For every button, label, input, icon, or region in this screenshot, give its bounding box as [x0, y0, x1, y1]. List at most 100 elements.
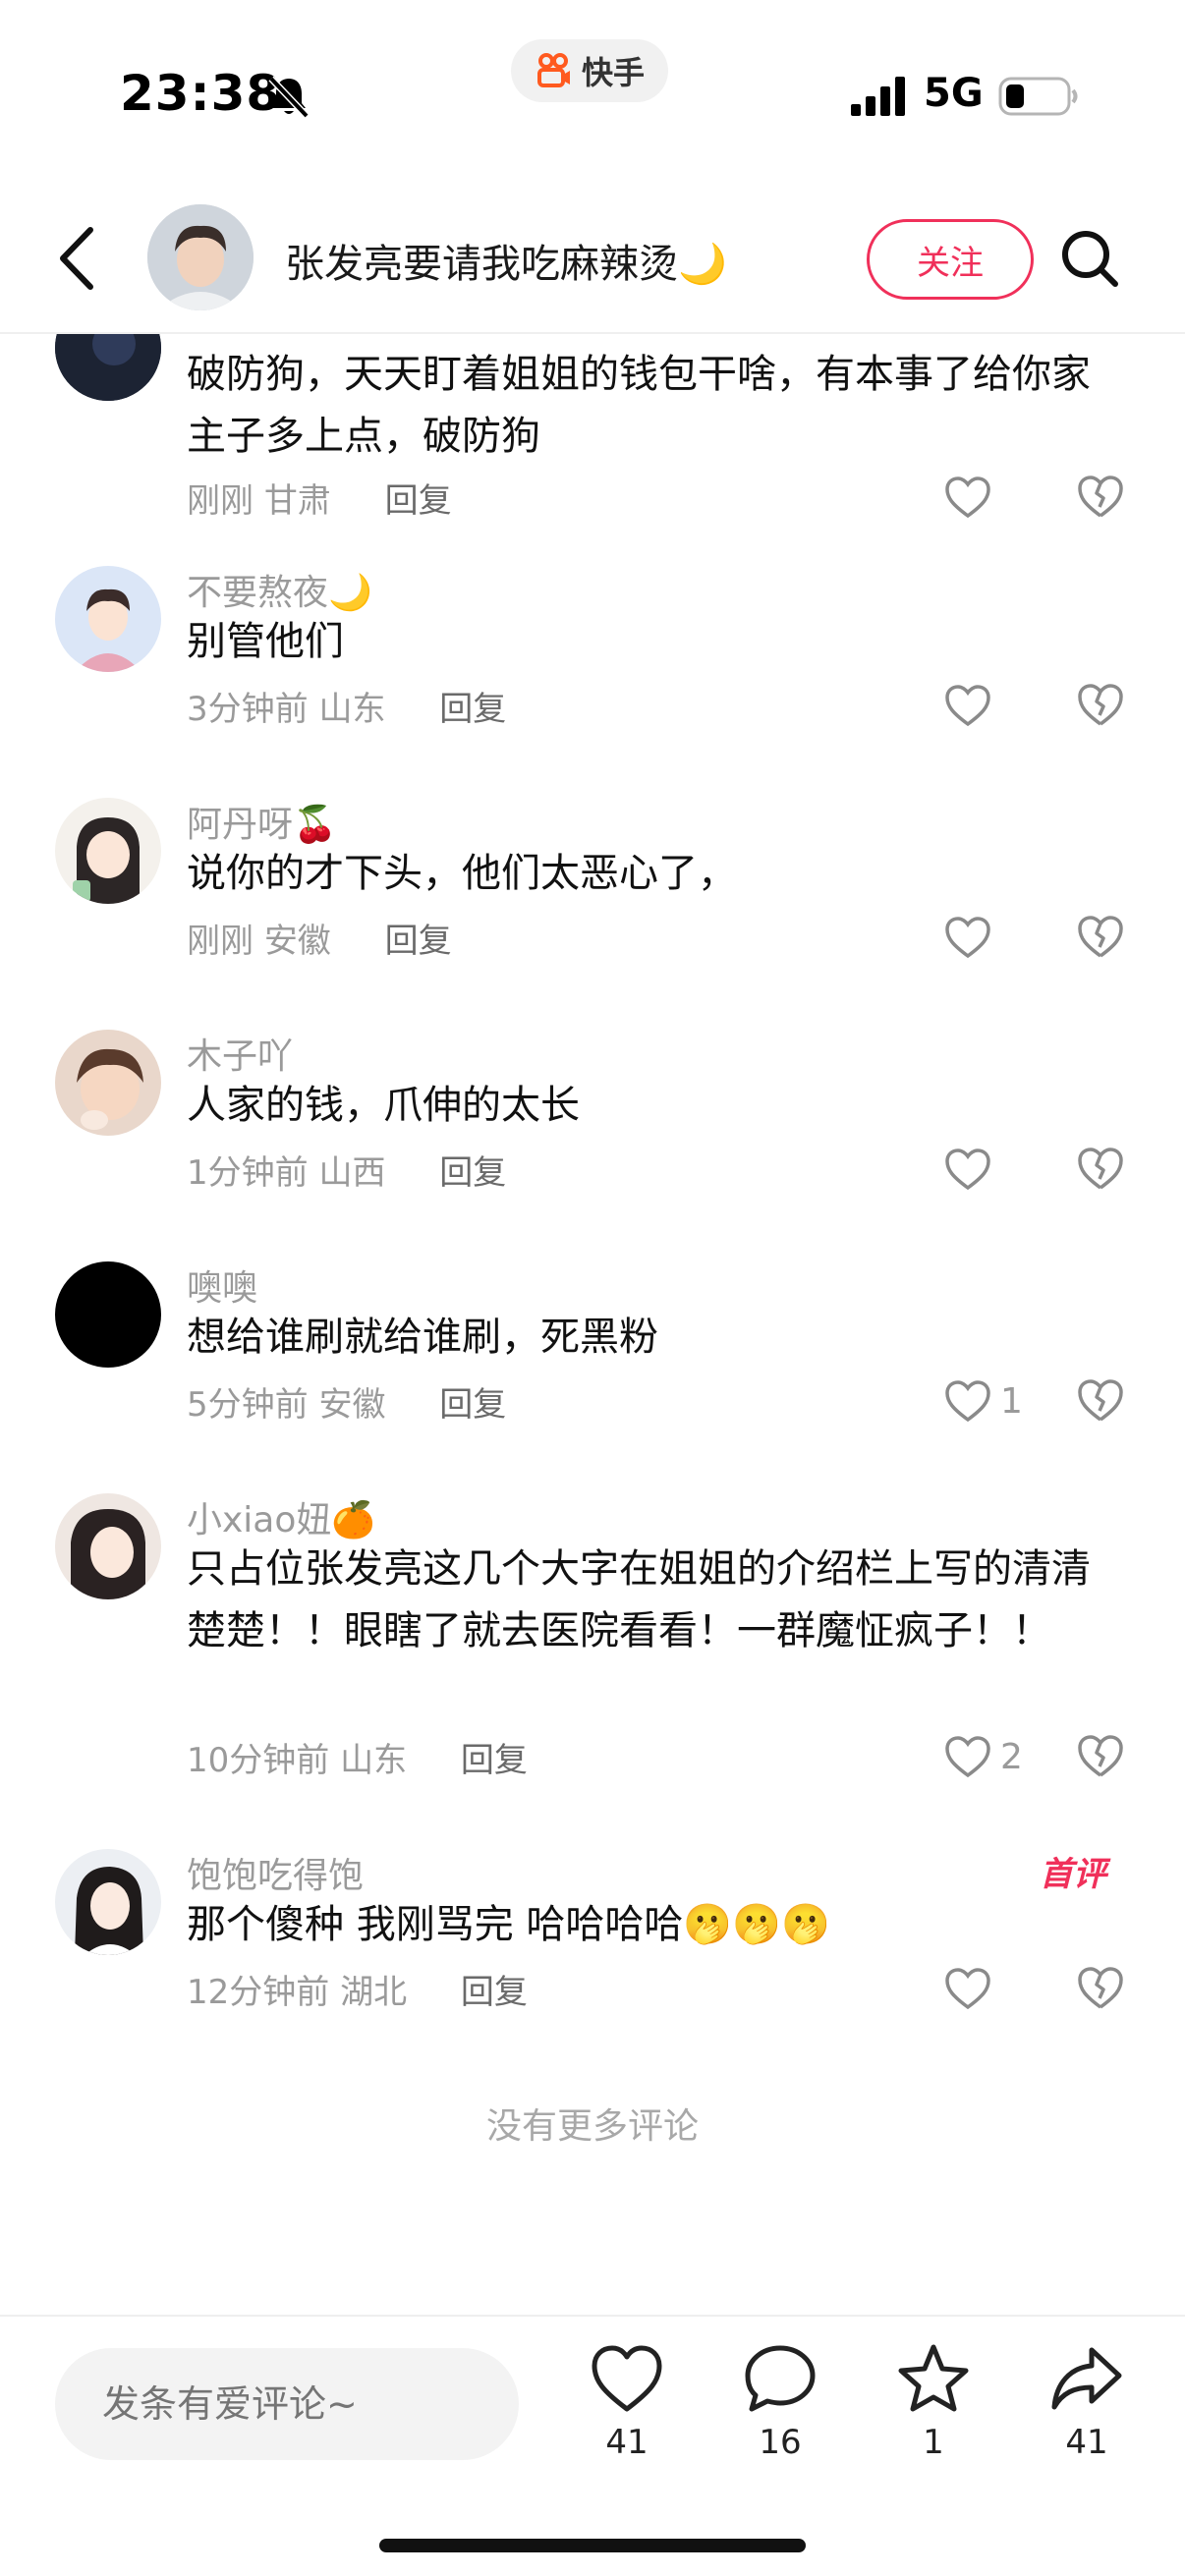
comment-time: 10分钟前: [187, 1741, 330, 1780]
heart-outline-icon: [945, 1380, 990, 1423]
like-button[interactable]: [943, 680, 1061, 731]
favorite-count: 1: [923, 2423, 944, 2462]
comment-meta: 12分钟前 湖北 回复: [187, 1965, 528, 2013]
comment-username[interactable]: 不要熬夜🌙: [187, 564, 372, 615]
heart-outline-icon: [945, 1736, 990, 1778]
signal-icon: [851, 77, 905, 116]
heart-outline-icon: [945, 1148, 990, 1191]
reply-button[interactable]: 回复: [385, 481, 452, 521]
bottom-bar: 41 16 1 41: [0, 2315, 1185, 2576]
comment-username[interactable]: 阿丹呀🍒: [187, 796, 337, 847]
comment-username[interactable]: 小xiao妞🍊: [187, 1491, 375, 1542]
avatar-image: [55, 566, 161, 672]
heart-outline-icon: [945, 917, 990, 959]
app-indicator[interactable]: 快手: [511, 39, 668, 102]
comment-meta: 3分钟前 山东 回复: [187, 682, 506, 730]
share-count: 41: [1065, 2423, 1108, 2462]
broken-heart-icon[interactable]: [1075, 1731, 1126, 1780]
comment-text: 说你的才下头，他们太恶心了，: [187, 851, 737, 896]
home-indicator[interactable]: [379, 2539, 806, 2552]
comment-text: 想给谁刷就给谁刷，死黑粉: [187, 1315, 658, 1360]
comment-list[interactable]: 破防狗，天天盯着姐姐的钱包干啥，有本事了给你家主子多上点，破防狗 刚刚 甘肃 回…: [0, 334, 1185, 2250]
comment-avatar[interactable]: [55, 1493, 161, 1599]
reply-button[interactable]: 回复: [439, 1153, 506, 1193]
comment-avatar[interactable]: [55, 334, 161, 401]
comment-location: 安徽: [263, 922, 331, 961]
avatar-image: [147, 204, 254, 310]
broken-heart-icon[interactable]: [1075, 1144, 1126, 1193]
comment-time: 1分钟前: [187, 1153, 309, 1193]
like-count: 2: [1000, 1736, 1023, 1777]
like-video-button[interactable]: 41: [568, 2342, 686, 2490]
like-button[interactable]: [943, 1963, 1061, 2014]
heart-outline-icon: [945, 1968, 990, 2010]
comment-username[interactable]: 木子吖: [187, 1028, 293, 1079]
comment-time: 刚刚: [187, 922, 254, 961]
comment-text: 人家的钱，爪伸的太长: [187, 1083, 580, 1128]
reply-button[interactable]: 回复: [439, 1385, 506, 1425]
comment-location: 甘肃: [263, 481, 331, 521]
comment-avatar[interactable]: [55, 1261, 161, 1368]
app-name: 快手: [581, 54, 645, 91]
bell-muted-icon: [268, 76, 310, 119]
first-comment-badge: 首评: [1040, 1855, 1106, 1894]
avatar-image: [55, 1030, 161, 1136]
comment-text: 只占位张发亮这几个大字在姐姐的介绍栏上写的清清楚楚！！眼瞎了就去医院看看！一群魔…: [187, 1546, 1091, 1653]
comment-button[interactable]: 16: [721, 2342, 839, 2490]
comment-username[interactable]: 饱饱吃得饱: [187, 1847, 364, 1898]
back-arrow-icon[interactable]: [55, 224, 100, 293]
comment-time: 刚刚: [187, 481, 254, 521]
broken-heart-icon[interactable]: [1075, 472, 1126, 521]
avatar-image: [55, 334, 161, 401]
comment-input[interactable]: [55, 2348, 519, 2460]
status-time: 23:38: [120, 65, 282, 122]
comment-location: 山东: [340, 1741, 408, 1780]
like-button[interactable]: [943, 472, 1061, 523]
comment-count: 16: [759, 2423, 802, 2462]
no-more-comments: 没有更多评论: [485, 2106, 699, 2147]
like-button[interactable]: [943, 912, 1061, 963]
favorite-button[interactable]: 1: [875, 2342, 992, 2490]
comment-text: 破防狗，天天盯着姐姐的钱包干啥，有本事了给你家主子多上点，破防狗: [187, 352, 1091, 459]
comment-avatar[interactable]: [55, 1849, 161, 1955]
status-bar: 23:38 快手 5G: [0, 0, 1185, 187]
kuaishou-logo-icon: [536, 53, 570, 87]
heart-outline-icon: [945, 685, 990, 727]
reply-button[interactable]: 回复: [461, 1741, 528, 1780]
search-icon[interactable]: [1059, 228, 1120, 289]
battery-icon: [998, 77, 1078, 116]
comment-avatar[interactable]: [55, 566, 161, 672]
like-count: 1: [1000, 1380, 1023, 1422]
comment-icon: [745, 2345, 816, 2412]
broken-heart-icon[interactable]: [1075, 680, 1126, 729]
broken-heart-icon[interactable]: [1075, 912, 1126, 961]
comment-meta: 5分钟前 安徽 回复: [187, 1377, 506, 1426]
heart-outline-icon: [945, 476, 990, 519]
broken-heart-icon[interactable]: [1075, 1375, 1126, 1425]
heart-icon: [592, 2345, 662, 2412]
like-button[interactable]: [943, 1144, 1061, 1195]
comment-text: 别管他们: [187, 619, 344, 664]
author-avatar[interactable]: [147, 204, 254, 310]
comment-time: 5分钟前: [187, 1385, 309, 1425]
reply-button[interactable]: 回复: [461, 1973, 528, 2012]
follow-button[interactable]: 关注: [867, 219, 1034, 300]
share-button[interactable]: 41: [1028, 2342, 1146, 2490]
comment-location: 安徽: [318, 1385, 386, 1425]
like-button[interactable]: 1: [943, 1375, 1061, 1427]
reply-button[interactable]: 回复: [439, 690, 506, 729]
comment-username[interactable]: 噢噢: [187, 1260, 257, 1311]
comment-meta: 刚刚 甘肃 回复: [187, 474, 452, 522]
comment-avatar[interactable]: [55, 798, 161, 904]
comment-location: 山西: [318, 1153, 386, 1193]
comment-location: 山东: [318, 690, 386, 729]
like-button[interactable]: 2: [943, 1731, 1061, 1782]
network-type: 5G: [924, 71, 984, 116]
comment-avatar[interactable]: [55, 1030, 161, 1136]
share-icon: [1051, 2347, 1122, 2410]
comment-time: 12分钟前: [187, 1973, 330, 2012]
header: 张发亮要请我吃麻辣烫🌙 关注: [0, 187, 1185, 334]
broken-heart-icon[interactable]: [1075, 1963, 1126, 2012]
reply-button[interactable]: 回复: [385, 922, 452, 961]
comment-text: 那个傻种 我刚骂完 哈哈哈哈🫢🫢🫢: [187, 1902, 830, 1947]
